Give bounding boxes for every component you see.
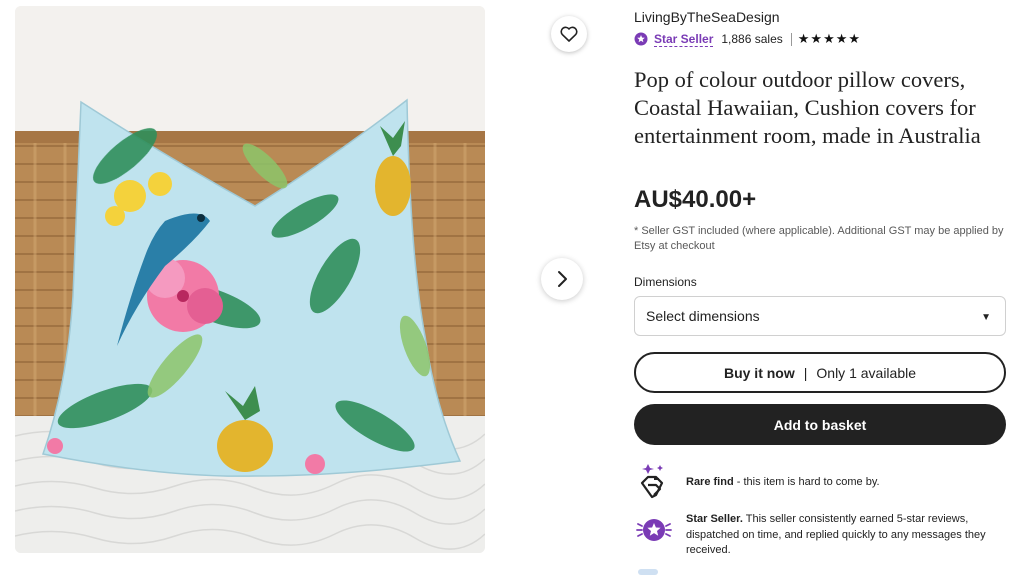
dimensions-label: Dimensions [634,275,697,289]
rating-stars[interactable]: ★★★★★ [798,31,861,47]
rare-find-description: - this item is hard to come by. [733,476,880,488]
product-image[interactable] [15,6,485,553]
star-seller-link[interactable]: Star Seller [654,32,714,47]
rare-find-feature: Rare find - this item is hard to come by… [634,461,1008,506]
star-seller-badge-icon [634,32,648,46]
star-seller-text: Star Seller. This seller consistently ea… [686,510,1008,559]
sales-count: 1,886 sales [721,32,783,46]
add-to-basket-button[interactable]: Add to basket [634,404,1006,445]
favorite-button[interactable] [551,16,587,52]
shop-name-link[interactable]: LivingByTheSeaDesign [634,9,780,25]
caret-down-icon: ▼ [981,312,991,323]
divider [790,32,792,46]
star-seller-feature-title: Star Seller. [686,513,743,525]
dimensions-select-value: Select dimensions [646,308,760,324]
listing-title: Pop of colour outdoor pillow covers, Coa… [634,67,981,148]
divider: | [803,364,808,381]
dimensions-select[interactable]: Select dimensions ▼ [634,296,1006,336]
next-image-button[interactable] [541,258,583,300]
star-badge-icon [634,510,674,559]
rare-find-text: Rare find - this item is hard to come by… [686,461,880,506]
chevron-right-icon [558,271,567,287]
rare-find-title: Rare find [686,476,734,488]
star-seller-feature: Star Seller. This seller consistently ea… [634,510,1008,559]
listing-price: AU$40.00+ [634,186,757,213]
heart-icon [560,26,578,42]
buy-it-now-button[interactable]: Buy it now | Only 1 available [634,352,1006,393]
add-to-basket-label: Add to basket [773,416,867,433]
buy-it-now-label: Buy it now [723,364,795,381]
next-feature-icon-partial [638,569,658,575]
availability-label: Only 1 available [816,364,917,381]
seller-info-row: Star Seller 1,886 sales ★★★★★ [634,31,861,47]
pillow-photo [15,6,485,553]
diamond-hand-icon [634,461,674,506]
gst-note: * Seller GST included (where applicable)… [634,225,1004,252]
